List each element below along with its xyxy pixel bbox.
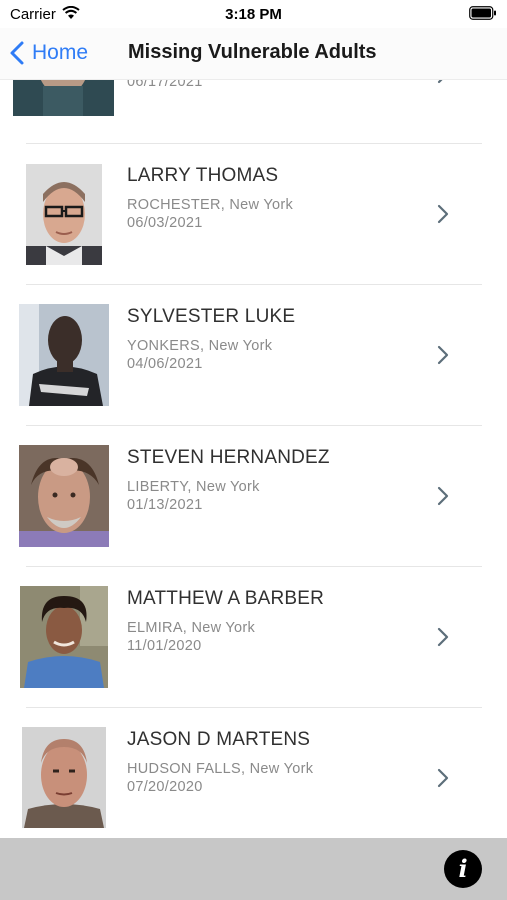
missing-date: 11/01/2020 [127,638,202,654]
battery-icon [469,6,496,20]
person-location: ROCHESTER, New York [127,197,294,213]
page-title: Missing Vulnerable Adults [128,41,377,63]
back-button[interactable]: Home [8,38,88,68]
person-photo [20,586,108,688]
bottom-toolbar: i [0,838,507,900]
list-item[interactable]: JASON D MARTENS HUDSON FALLS, New York 0… [0,708,507,838]
person-name: STEVEN HERNANDEZ [127,447,330,468]
info-icon: i [458,854,468,883]
missing-date: 01/13/2021 [127,497,203,513]
chevron-right-icon [437,768,449,788]
missing-date: 06/03/2021 [127,215,203,231]
chevron-right-icon [437,345,449,365]
missing-persons-list[interactable]: 06/17/2021 LARRY THOMAS ROCHESTER, New Y… [0,0,507,838]
list-item[interactable]: LARRY THOMAS ROCHESTER, New York 06/03/2… [0,144,507,285]
person-name: LARRY THOMAS [127,165,279,186]
missing-date: 07/20/2020 [127,779,203,795]
person-photo [26,164,102,265]
person-photo [19,304,109,406]
person-name: JASON D MARTENS [127,729,311,750]
list-item[interactable]: SYLVESTER LUKE YONKERS, New York 04/06/2… [0,285,507,426]
person-name: SYLVESTER LUKE [127,306,296,327]
list-item[interactable]: STEVEN HERNANDEZ LIBERTY, New York 01/13… [0,426,507,567]
chevron-right-icon [437,204,449,224]
list-item[interactable]: MATTHEW A BARBER ELMIRA, New York 11/01/… [0,567,507,708]
info-button[interactable]: i [444,850,482,888]
chevron-right-icon [437,486,449,506]
person-location: HUDSON FALLS, New York [127,761,314,777]
status-bar: Carrier 3:18 PM [0,0,507,28]
navigation-bar: Home Missing Vulnerable Adults [0,28,507,80]
person-location: ELMIRA, New York [127,620,256,636]
missing-date: 04/06/2021 [127,356,203,372]
chevron-right-icon [437,627,449,647]
person-location: LIBERTY, New York [127,479,260,495]
chevron-left-icon [10,41,24,65]
person-photo [19,445,109,547]
person-name: MATTHEW A BARBER [127,588,325,609]
back-button-label: Home [32,41,89,64]
person-location: YONKERS, New York [127,338,273,354]
person-photo [22,727,106,828]
status-time: 3:18 PM [225,6,282,23]
